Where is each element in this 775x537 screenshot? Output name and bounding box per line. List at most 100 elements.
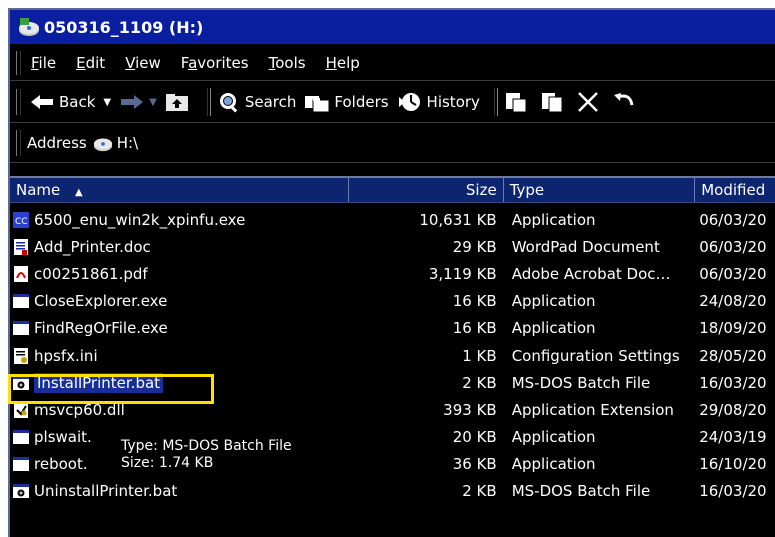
address-label: Address [27,134,87,152]
file-type: WordPad Document [511,237,660,256]
file-type: Application [511,428,596,447]
copy-to-button[interactable] [540,91,568,113]
file-type: Application [511,455,596,474]
file-name: CloseExplorer.exe [34,292,168,311]
window-title: 050316_1109 (H:) [44,17,204,37]
file-row[interactable]: UninstallPrinter.bat 2 KB MS-DOS Batch Fil… [10,478,775,505]
file-type: Application [511,319,596,338]
undo-button[interactable] [612,91,640,113]
file-name-cell[interactable]: c00251861.pdf [10,265,349,283]
search-button[interactable]: Search [217,91,296,113]
file-modified: 16/03/20 [699,373,767,392]
file-type: Application [511,292,596,311]
document-icon [12,238,30,256]
address-bar: Address H:\ [10,124,775,163]
back-button[interactable]: Back ▼ [29,93,111,111]
forward-arrow-icon [121,95,144,109]
file-row[interactable]: CC 6500_enu_win2k_xpinfu.exe 10,631 KB Appl… [10,206,775,233]
file-modified: 16/03/20 [699,482,767,501]
file-modified: 06/03/20 [699,210,767,229]
forward-dropdown-icon[interactable]: ▼ [149,97,157,108]
file-row[interactable]: FindRegOrFile.exe 16 KB Application 18/09/2… [10,315,775,342]
menu-tools[interactable]: Tools [269,54,306,72]
search-icon [219,93,238,113]
file-name: reboot. [34,455,88,474]
file-name-cell[interactable]: FindRegOrFile.exe [10,319,349,337]
menu-help[interactable]: Help [326,54,360,72]
toolbar-grip[interactable] [16,89,21,115]
column-name[interactable]: Name ▲ [10,178,350,202]
explorer-window: 050316_1109 (H:) File Edit View Favorite… [8,8,775,537]
history-button[interactable]: History [397,91,480,113]
menu-view[interactable]: View [125,54,161,72]
move-to-icon [505,93,527,113]
column-size[interactable]: Size [349,178,504,202]
exe-icon: CC [12,211,30,229]
file-modified: 06/03/20 [699,264,767,283]
file-row[interactable]: hpsfx.ini 1 KB Configuration Settings 28/05… [10,342,775,369]
menu-edit[interactable]: Edit [76,54,105,72]
addressbar-grip[interactable] [16,130,21,156]
app-window-icon [12,455,30,473]
menu-file[interactable]: File [31,54,56,72]
delete-button[interactable] [576,91,604,113]
file-type: Application Extension [511,400,674,419]
file-name: plswait. [34,428,92,447]
file-name: hpsfx.ini [34,346,98,365]
file-name: UninstallPrinter.bat [34,482,178,501]
file-size: 16 KB [452,292,497,311]
file-name: Add_Printer.doc [34,237,151,256]
batch-file-icon [12,482,30,500]
file-row[interactable]: c00251861.pdf 3,119 KB Adobe Acrobat Doc… 0… [10,260,775,287]
up-folder-button[interactable] [165,92,193,112]
column-type[interactable]: Type [504,178,696,202]
file-size: 16 KB [452,319,497,338]
file-type: MS-DOS Batch File [511,482,651,501]
move-to-button[interactable] [504,91,532,113]
drive-icon [19,18,39,36]
folders-icon [305,96,330,112]
file-modified: 24/08/20 [699,292,767,311]
file-size: 10,631 KB [419,210,497,229]
file-modified: 29/08/20 [699,400,767,419]
menu-favorites[interactable]: Favorites [181,54,249,72]
file-name-cell[interactable]: UninstallPrinter.bat [10,482,349,500]
app-window-icon [12,319,30,337]
address-value: H:\ [116,134,139,152]
column-modified[interactable]: Modified [695,178,775,202]
drive-icon [93,138,112,152]
file-modified: 06/03/20 [699,237,767,256]
svg-text:CC: CC [15,217,28,227]
app-window-icon [12,428,30,446]
file-list: Name ▲ Size Type Modified CC 6500_enu_win… [8,176,775,537]
file-size: 393 KB [443,400,497,419]
menubar-grip[interactable] [16,51,21,75]
folders-button[interactable]: Folders [304,92,389,112]
toolbar-separator [206,88,211,116]
copy-to-icon [541,93,563,113]
file-name-cell[interactable]: Add_Printer.doc [10,238,349,256]
file-size: 2 KB [462,482,497,501]
file-type: Adobe Acrobat Doc… [511,264,671,283]
config-file-icon [12,347,30,365]
file-row[interactable]: CloseExplorer.exe 16 KB Application 24/08/2… [10,288,775,315]
file-name-cell[interactable]: hpsfx.ini [10,347,349,365]
file-name-cell[interactable]: CloseExplorer.exe [10,292,349,310]
sort-ascending-icon: ▲ [75,187,83,198]
pdf-icon [12,265,30,283]
column-header: Name ▲ Size Type Modified [10,178,775,203]
file-size: 29 KB [452,237,497,256]
undo-icon [613,93,634,106]
forward-button[interactable]: ▼ [119,93,157,111]
back-dropdown-icon[interactable]: ▼ [103,97,111,108]
file-size: 2 KB [462,373,497,392]
file-type: Application [511,210,596,229]
file-size: 36 KB [452,455,497,474]
file-name-cell[interactable]: CC 6500_enu_win2k_xpinfu.exe [10,211,349,229]
address-field[interactable]: H:\ [93,133,138,153]
file-tooltip: Type: MS-DOS Batch File Size: 1.74 KB [117,436,296,474]
app-window-icon [12,292,30,310]
file-size: 1 KB [462,346,497,365]
title-bar[interactable]: 050316_1109 (H:) [10,10,775,44]
file-row[interactable]: Add_Printer.doc 29 KB WordPad Document 06/0… [10,233,775,260]
